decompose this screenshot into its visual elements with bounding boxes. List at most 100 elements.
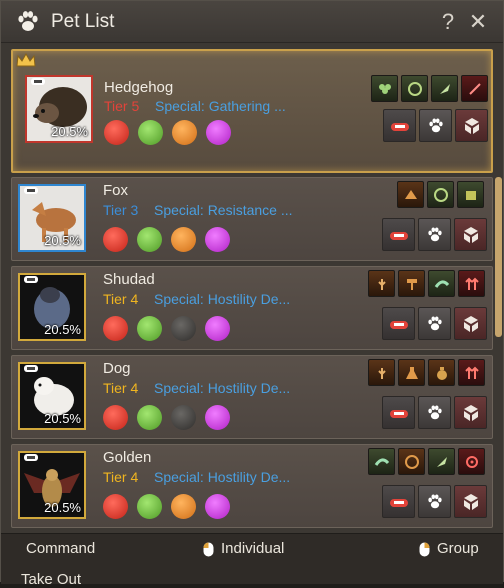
pet-traits	[103, 227, 230, 252]
pet-special: Special: Resistance ...	[154, 202, 293, 218]
wheat-icon[interactable]	[368, 270, 395, 297]
bottom-bar: Command Individual Group Take Out	[1, 533, 503, 588]
gathering-hook-icon[interactable]	[401, 75, 428, 102]
pouch-trait-icon[interactable]	[205, 494, 230, 519]
compass-trait-icon[interactable]	[171, 227, 196, 252]
clover-icon[interactable]	[371, 75, 398, 102]
scrollbar-thumb[interactable]	[495, 177, 502, 337]
mouse-left-icon	[203, 542, 214, 557]
pet-special: Special: Gathering ...	[155, 98, 286, 114]
pet-card[interactable]: 20.5% Dog Tier 4 Special: Hostility De..…	[11, 355, 493, 439]
compass-trait-icon[interactable]	[171, 405, 196, 430]
pet-portrait[interactable]: 20.5%	[25, 75, 93, 143]
growth-icon	[24, 276, 38, 283]
growth-icon	[31, 78, 45, 85]
pet-special: Special: Hostility De...	[154, 380, 291, 396]
mouse-right-icon	[419, 542, 430, 557]
hand-trait-icon[interactable]	[138, 120, 163, 145]
run-trait-icon[interactable]	[103, 227, 128, 252]
fox-running-icon[interactable]	[397, 181, 424, 208]
run-trait-icon[interactable]	[103, 316, 128, 341]
hammer-icon[interactable]	[398, 270, 425, 297]
pouch-trait-icon[interactable]	[205, 405, 230, 430]
pet-card[interactable]: 20.5% Golden Tier 4 Special: Hostility D…	[11, 444, 493, 528]
pet-info-button[interactable]	[418, 218, 451, 251]
window-title: Pet List	[51, 10, 115, 32]
feed-button[interactable]	[382, 485, 415, 518]
growth-percent: 20.5%	[51, 124, 88, 139]
feather-icon[interactable]	[428, 448, 455, 475]
feather-icon[interactable]	[431, 75, 458, 102]
feed-button[interactable]	[382, 396, 415, 429]
pet-name: Fox	[103, 182, 129, 199]
feed-button[interactable]	[382, 307, 415, 340]
crate-icon[interactable]	[457, 181, 484, 208]
pet-card[interactable]: 20.5% Fox Tier 3 Special: Resistance ...	[11, 177, 493, 261]
gathering-hook-icon[interactable]	[398, 448, 425, 475]
pet-tier: Tier 5	[104, 98, 140, 114]
arrows-up-icon[interactable]	[458, 270, 485, 297]
hand-trait-icon[interactable]	[137, 494, 162, 519]
compass-trait-icon[interactable]	[172, 120, 197, 145]
sword-bow-icon[interactable]	[461, 75, 488, 102]
release-button[interactable]	[454, 485, 487, 518]
pet-skills	[368, 270, 485, 297]
pouch-trait-icon[interactable]	[205, 227, 230, 252]
pet-portrait[interactable]: 20.5%	[18, 362, 86, 430]
hand-trait-icon[interactable]	[137, 227, 162, 252]
release-button[interactable]	[454, 307, 487, 340]
pet-actions	[382, 307, 487, 340]
pet-card[interactable]: 20.5% Shudad Tier 4 Special: Hostility D…	[11, 266, 493, 350]
run-trait-icon[interactable]	[103, 494, 128, 519]
pet-portrait[interactable]: 20.5%	[18, 273, 86, 341]
pet-info-button[interactable]	[419, 109, 452, 142]
dolphin-icon[interactable]	[428, 270, 455, 297]
run-trait-icon[interactable]	[104, 120, 129, 145]
command-label: Command	[26, 540, 96, 557]
take-out-label[interactable]: Take Out	[21, 571, 81, 588]
pet-skills	[368, 448, 485, 475]
pet-info-button[interactable]	[418, 485, 451, 518]
pet-portrait[interactable]: 20.5%	[18, 184, 86, 252]
group-button[interactable]: Group	[437, 540, 479, 557]
pouch-trait-icon[interactable]	[206, 120, 231, 145]
hand-trait-icon[interactable]	[137, 405, 162, 430]
growth-icon	[24, 454, 38, 461]
paw-icon	[18, 10, 38, 31]
pouch-trait-icon[interactable]	[205, 316, 230, 341]
compass-trait-icon[interactable]	[171, 494, 196, 519]
pet-traits	[103, 405, 230, 430]
pet-portrait[interactable]: 20.5%	[18, 451, 86, 519]
pet-info-button[interactable]	[418, 307, 451, 340]
pet-actions	[382, 218, 487, 251]
pet-info-button[interactable]	[418, 396, 451, 429]
individual-button[interactable]: Individual	[221, 540, 284, 557]
flask-icon[interactable]	[398, 359, 425, 386]
pet-card[interactable]: 20.5% Hedgehog Tier 5 Special: Gathering…	[11, 49, 493, 173]
pet-skills	[397, 181, 484, 208]
release-button[interactable]	[454, 218, 487, 251]
pet-skills	[368, 359, 485, 386]
feed-button[interactable]	[383, 109, 416, 142]
close-button[interactable]: ✕	[463, 9, 493, 35]
growth-icon	[24, 187, 38, 194]
feed-button[interactable]	[382, 218, 415, 251]
growth-icon	[24, 365, 38, 372]
moneybag-icon[interactable]	[428, 359, 455, 386]
wheat-icon[interactable]	[368, 359, 395, 386]
gathering-hook-icon[interactable]	[427, 181, 454, 208]
release-button[interactable]	[454, 396, 487, 429]
pet-traits	[103, 494, 230, 519]
target-icon[interactable]	[458, 448, 485, 475]
help-button[interactable]: ?	[433, 9, 463, 35]
release-button[interactable]	[455, 109, 488, 142]
dolphin-icon[interactable]	[368, 448, 395, 475]
run-trait-icon[interactable]	[103, 405, 128, 430]
pet-special: Special: Hostility De...	[154, 469, 291, 485]
arrows-up-icon[interactable]	[458, 359, 485, 386]
hand-trait-icon[interactable]	[137, 316, 162, 341]
pet-special: Special: Hostility De...	[154, 291, 291, 307]
pet-traits	[103, 316, 230, 341]
pet-tier: Tier 3	[103, 202, 139, 218]
compass-trait-icon[interactable]	[171, 316, 196, 341]
